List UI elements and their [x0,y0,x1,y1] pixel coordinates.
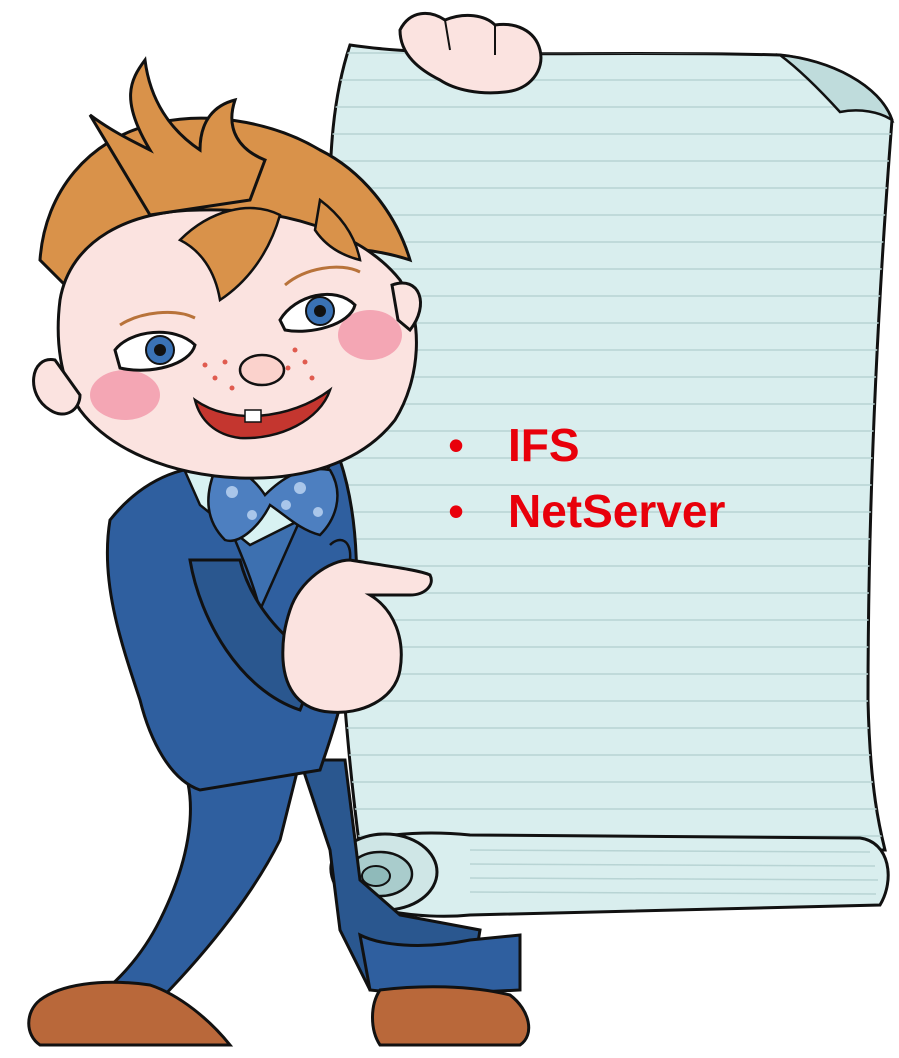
bullet-item-ifs: • IFS [448,412,725,478]
bullet-item-netserver: • NetServer [448,478,725,544]
bullet-text: NetServer [508,485,726,537]
bullet-list: • IFS • NetServer [448,412,725,544]
bullet-text: IFS [508,419,580,471]
shoes-icon [27,980,531,1047]
slide-canvas: • IFS • NetServer [0,0,899,1058]
bullet-dot: • [448,419,465,471]
bullet-dot: • [448,485,465,537]
